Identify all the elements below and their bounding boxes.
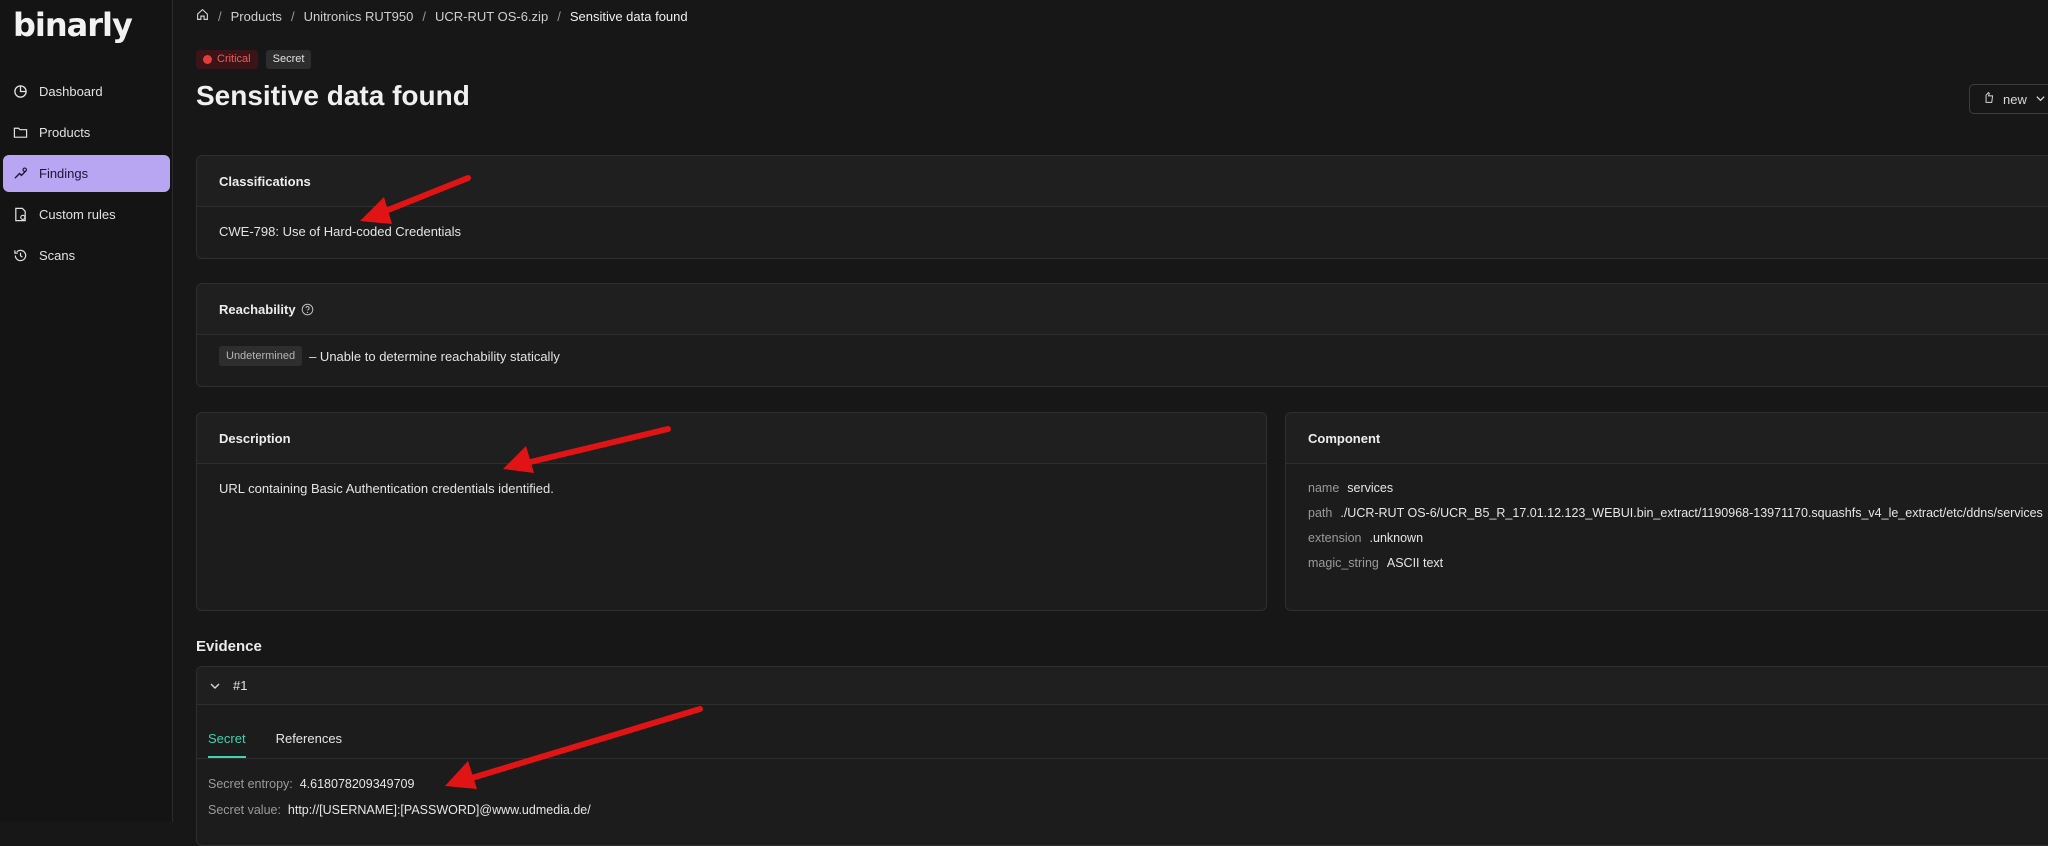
breadcrumb-separator: / — [218, 8, 222, 24]
breadcrumb-separator: / — [557, 8, 561, 24]
main-content: / Products / Unitronics RUT950 / UCR-RUT… — [173, 0, 2048, 846]
field-value: ASCII text — [1386, 556, 1444, 570]
field-key: name — [1308, 481, 1340, 495]
help-icon[interactable] — [301, 303, 314, 316]
binarly-logo[interactable]: binarly — [13, 6, 133, 44]
component-field-extension: extension .unknown — [1308, 531, 2048, 545]
page-title: Sensitive data found — [196, 80, 470, 111]
tab-secret[interactable]: Secret — [208, 731, 246, 758]
close-circle-icon — [203, 55, 212, 64]
breadcrumb-current: Sensitive data found — [569, 8, 688, 24]
panel-title: Classifications — [197, 156, 2048, 207]
field-key: Secret value — [208, 803, 278, 817]
dashboard-icon — [13, 84, 29, 100]
severity-badge: Critical — [196, 50, 258, 69]
breadcrumb-item-file[interactable]: UCR-RUT OS-6.zip — [435, 9, 548, 24]
key-colon: : — [289, 777, 300, 791]
evidence-item-label: #1 — [233, 678, 248, 693]
secret-entropy-row: Secret entropy: 4.618078209349709 — [208, 777, 2048, 791]
sidebar-item-label: Findings — [39, 166, 89, 181]
status-icon — [1982, 91, 1995, 107]
field-key: Secret entropy — [208, 777, 290, 791]
panel-title: Component — [1286, 413, 2048, 464]
evidence-tabs: Secret References — [197, 705, 2048, 759]
sidebar-item-products[interactable]: Products — [3, 114, 170, 151]
status-label: new — [2003, 91, 2027, 107]
breadcrumb-item-products[interactable]: Products — [231, 9, 282, 24]
folder-icon — [13, 125, 29, 141]
field-key: path — [1308, 506, 1333, 520]
findings-icon — [13, 166, 29, 182]
panel-title: Reachability — [219, 301, 296, 317]
reachability-panel: Reachability Undetermined – Unable to de… — [196, 283, 2048, 387]
sidebar-item-findings[interactable]: Findings — [3, 155, 170, 192]
secret-value: http://[USERNAME]:[PASSWORD]@www.udmedia… — [287, 803, 591, 817]
component-field-magic-string: magic_string ASCII text — [1308, 556, 2048, 570]
field-key: magic_string — [1308, 556, 1379, 570]
reachability-badge: Undetermined — [219, 346, 303, 366]
sidebar-item-custom-rules[interactable]: Custom rules — [3, 196, 170, 233]
sidebar-nav: Dashboard Products Findings Custom rules… — [0, 73, 173, 278]
description-panel: Description URL containing Basic Authent… — [196, 412, 1267, 611]
breadcrumb-separator: / — [422, 8, 427, 24]
breadcrumb: / Products / Unitronics RUT950 / UCR-RUT… — [196, 8, 688, 24]
reachability-text: – Unable to determine reachability stati… — [309, 348, 560, 364]
sidebar-item-label: Dashboard — [39, 84, 103, 99]
type-badge: Secret — [265, 50, 312, 69]
chevron-down-icon — [2035, 92, 2046, 107]
classifications-panel: Classifications CWE-798: Use of Hard-cod… — [196, 155, 2048, 259]
sidebar-item-scans[interactable]: Scans — [3, 237, 170, 274]
field-value: services — [1347, 481, 1394, 495]
chevron-down-icon[interactable] — [209, 680, 221, 692]
custom-rules-icon — [13, 207, 29, 223]
sidebar-item-label: Scans — [39, 248, 76, 263]
classification-value: CWE-798: Use of Hard-coded Credentials — [219, 224, 462, 239]
finding-tags: Critical Secret — [196, 50, 312, 69]
evidence-panel: #1 Secret References Secret entropy: 4.6… — [196, 666, 2048, 846]
field-value: ./UCR-RUT OS-6/UCR_B5_R_17.01.12.123_WEB… — [1340, 506, 2043, 520]
tab-references[interactable]: References — [276, 731, 342, 758]
severity-label: Critical — [217, 53, 251, 65]
home-icon[interactable] — [196, 8, 209, 24]
reachability-header: Reachability — [197, 284, 2048, 335]
key-colon: : — [277, 803, 288, 817]
evidence-content: Secret entropy: 4.618078209349709 Secret… — [197, 759, 2048, 817]
evidence-heading: Evidence — [196, 638, 262, 655]
history-icon — [13, 248, 29, 264]
breadcrumb-item-product[interactable]: Unitronics RUT950 — [304, 9, 414, 24]
breadcrumb-separator: / — [290, 8, 295, 24]
sidebar: binarly Dashboard Products Findings Cust… — [0, 0, 173, 822]
field-value: .unknown — [1369, 531, 1424, 545]
status-dropdown[interactable]: new — [1969, 84, 2048, 114]
sidebar-item-dashboard[interactable]: Dashboard — [3, 73, 170, 110]
field-key: extension — [1308, 531, 1362, 545]
component-panel: Component name services path ./UCR-RUT O… — [1285, 412, 2048, 611]
secret-entropy-value: 4.618078209349709 — [299, 777, 415, 791]
description-text: URL containing Basic Authentication cred… — [219, 481, 554, 496]
panel-title: Description — [197, 413, 1266, 464]
sidebar-item-label: Products — [39, 125, 91, 140]
component-field-name: name services — [1308, 481, 2048, 495]
secret-value-row: Secret value: http://[USERNAME]:[PASSWOR… — [208, 803, 2048, 817]
evidence-item-header[interactable]: #1 — [197, 667, 2048, 705]
component-field-path: path ./UCR-RUT OS-6/UCR_B5_R_17.01.12.12… — [1308, 506, 2048, 520]
sidebar-item-label: Custom rules — [39, 207, 116, 222]
